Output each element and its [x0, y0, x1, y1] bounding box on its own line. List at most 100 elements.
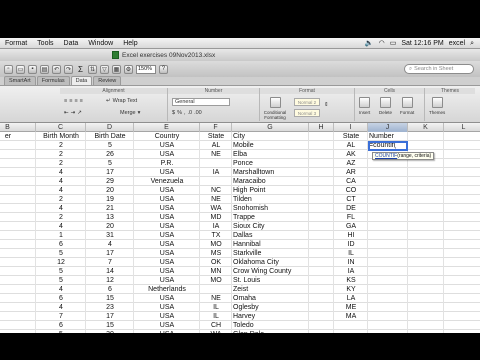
cell-g[interactable]: Maracaibo — [232, 177, 309, 186]
cell-c[interactable]: 4 — [36, 303, 86, 312]
cell-c[interactable]: 2 — [36, 213, 86, 222]
cell-e[interactable]: USA — [134, 321, 200, 330]
orientation-icon[interactable]: ↗ — [77, 110, 82, 116]
cell-i[interactable]: IL — [334, 249, 368, 258]
increase-decimal-icon[interactable]: .0 — [187, 110, 192, 116]
volume-icon[interactable]: 🔈 — [365, 40, 374, 47]
cell-d[interactable]: 29 — [86, 177, 134, 186]
cell-i[interactable]: MA — [334, 312, 368, 321]
cell-c[interactable]: 7 — [36, 312, 86, 321]
cell-g[interactable]: Zeist — [232, 285, 309, 294]
menubar-clock[interactable]: Sat 12:16 PM — [401, 40, 443, 47]
cell-f[interactable]: IL — [200, 312, 232, 321]
column-header-e[interactable]: E — [134, 123, 200, 132]
cell-d[interactable]: 4 — [86, 240, 134, 249]
delete-button[interactable]: Delete — [379, 97, 392, 115]
cell-g[interactable]: Sioux City — [232, 222, 309, 231]
cell-e[interactable]: USA — [134, 204, 200, 213]
zoom-select[interactable]: 150% — [135, 64, 156, 74]
indent-buttons[interactable]: ⇤ ⇥ ↗ — [64, 110, 82, 116]
cell-e[interactable]: USA — [134, 168, 200, 177]
cell-c[interactable]: 6 — [36, 294, 86, 303]
undo-icon[interactable]: ↶ — [52, 64, 61, 74]
filter-icon[interactable]: ▽ — [99, 64, 109, 74]
cell-d[interactable]: 17 — [86, 249, 134, 258]
header-cell-c[interactable]: Birth Month — [36, 132, 86, 141]
cell-d[interactable]: 7 — [86, 258, 134, 267]
decrease-indent-icon[interactable]: ⇤ — [64, 110, 69, 116]
cell-c[interactable]: 5 — [36, 276, 86, 285]
cell-g[interactable]: Trappe — [232, 213, 309, 222]
header-cell-e[interactable]: Country — [134, 132, 200, 141]
cell-i[interactable]: ID — [334, 240, 368, 249]
redo-icon[interactable]: ↷ — [64, 64, 73, 74]
percent-icon[interactable]: % — [177, 110, 182, 116]
cell-e[interactable]: USA — [134, 303, 200, 312]
cell-e[interactable]: USA — [134, 249, 200, 258]
cell-e[interactable]: USA — [134, 141, 200, 150]
tab-smartart[interactable]: SmartArt — [4, 76, 36, 85]
cell-i[interactable]: CA — [334, 177, 368, 186]
cell-e[interactable]: USA — [134, 213, 200, 222]
cell-e[interactable]: USA — [134, 186, 200, 195]
cell-d[interactable]: 26 — [86, 150, 134, 159]
cell-g[interactable]: Tilden — [232, 195, 309, 204]
cell-i[interactable]: GA — [334, 222, 368, 231]
cell-f[interactable]: CH — [200, 321, 232, 330]
cell-g[interactable]: Crow Wing County — [232, 267, 309, 276]
cell-c[interactable]: 4 — [36, 285, 86, 294]
cell-g[interactable]: Snohomish — [232, 204, 309, 213]
cell-f[interactable]: NE — [200, 195, 232, 204]
cell-c[interactable]: 5 — [36, 249, 86, 258]
header-cell-d[interactable]: Birth Date — [86, 132, 134, 141]
cell-g[interactable]: Oglesby — [232, 303, 309, 312]
cell-g[interactable]: St. Louis — [232, 276, 309, 285]
cell-c[interactable]: 2 — [36, 150, 86, 159]
cell-i[interactable]: IA — [334, 267, 368, 276]
cell-d[interactable]: 6 — [86, 285, 134, 294]
cell-i[interactable]: CO — [334, 186, 368, 195]
cell-d[interactable]: 5 — [86, 159, 134, 168]
menu-tools[interactable]: Tools — [32, 40, 58, 47]
cell-c[interactable]: 1 — [36, 231, 86, 240]
cell-e[interactable]: USA — [134, 231, 200, 240]
cell-e[interactable]: Netherlands — [134, 285, 200, 294]
cell-f[interactable]: IA — [200, 168, 232, 177]
cell-g[interactable]: Dallas — [232, 231, 309, 240]
cell-d[interactable]: 12 — [86, 276, 134, 285]
cell-i[interactable]: KY — [334, 285, 368, 294]
cell-i[interactable]: AR — [334, 168, 368, 177]
open-icon[interactable]: ▭ — [16, 64, 25, 74]
cell-f[interactable]: MD — [200, 213, 232, 222]
cell-c[interactable]: 4 — [36, 186, 86, 195]
cell-i[interactable]: ME — [334, 303, 368, 312]
cell-g[interactable]: Elba — [232, 150, 309, 159]
cell-c[interactable]: 4 — [36, 177, 86, 186]
style-normal-2[interactable]: Normal 2 — [294, 98, 320, 106]
cell-e[interactable]: USA — [134, 222, 200, 231]
cell-e[interactable]: USA — [134, 195, 200, 204]
column-header-d[interactable]: D — [86, 123, 134, 132]
cell-f[interactable]: IL — [200, 303, 232, 312]
save-icon[interactable]: ▪ — [28, 64, 37, 74]
cell-i[interactable]: DE — [334, 204, 368, 213]
cell-d[interactable]: 17 — [86, 312, 134, 321]
cell-g[interactable]: Marshalltown — [232, 168, 309, 177]
cell-g[interactable]: Ponce — [232, 159, 309, 168]
currency-icon[interactable]: $ — [172, 110, 175, 116]
format-button[interactable]: Format — [400, 97, 414, 115]
tab-review[interactable]: Review — [93, 76, 122, 85]
column-header-j[interactable]: J — [368, 123, 408, 132]
cell-e[interactable]: USA — [134, 276, 200, 285]
cell-f[interactable]: IA — [200, 222, 232, 231]
cell-g[interactable]: Starkville — [232, 249, 309, 258]
cell-i[interactable]: FL — [334, 213, 368, 222]
cell-f[interactable]: MO — [200, 276, 232, 285]
sort-icon[interactable]: ⇅ — [87, 64, 97, 74]
column-header-b[interactable]: B — [0, 123, 36, 132]
cell-d[interactable]: 13 — [86, 213, 134, 222]
cell-g[interactable]: High Point — [232, 186, 309, 195]
align-buttons[interactable]: ≡ ≡ ≡ ≡ — [64, 98, 83, 104]
cell-g[interactable]: Oklahoma City — [232, 258, 309, 267]
cell-c[interactable]: 4 — [36, 204, 86, 213]
